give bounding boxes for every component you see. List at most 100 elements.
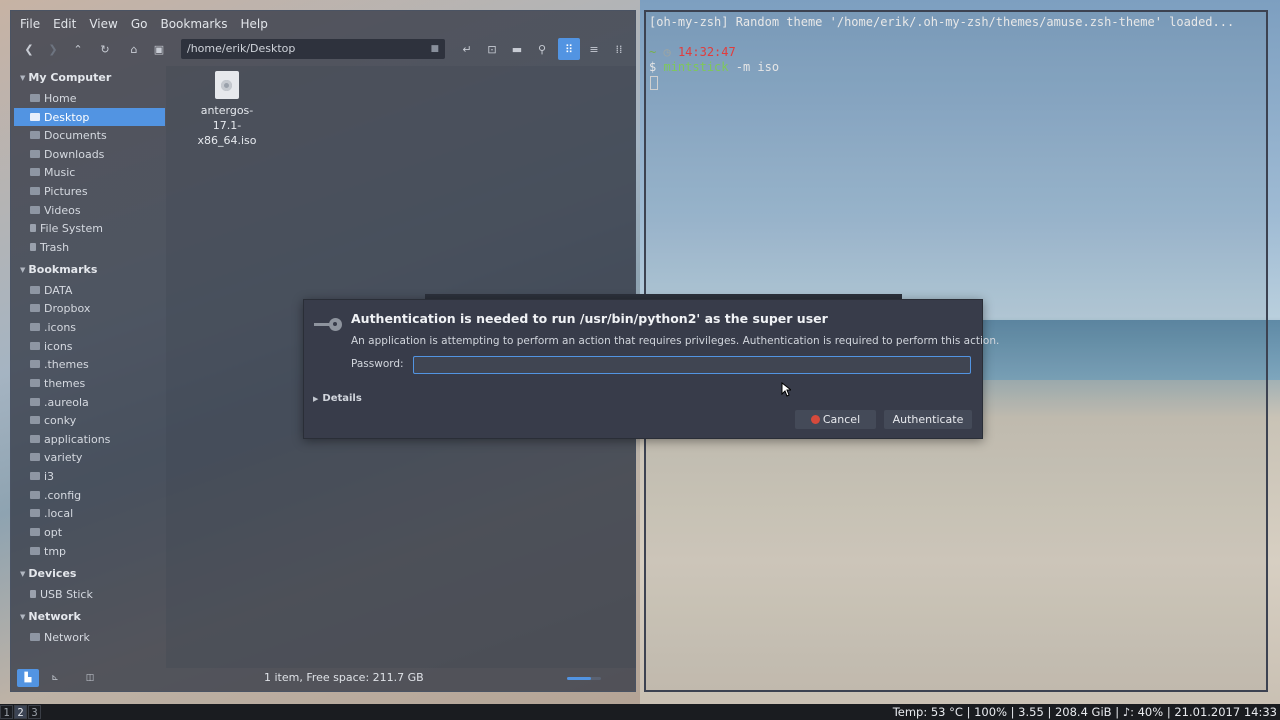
folder-icon (30, 547, 40, 555)
sidebar-item-dot-local[interactable]: .local (14, 504, 165, 522)
menu-bookmarks[interactable]: Bookmarks (160, 17, 227, 31)
computer-icon[interactable]: ▣ (150, 40, 168, 58)
sidebar-item-label: DATA (44, 283, 73, 297)
menu-view[interactable]: View (89, 17, 117, 31)
cancel-icon (810, 415, 820, 424)
sidebar-item-trash[interactable]: Trash (14, 238, 165, 256)
up-icon[interactable]: ⌃ (69, 40, 87, 58)
usb-drive-icon (30, 590, 36, 598)
sidebar-item-file-system[interactable]: File System (14, 219, 165, 237)
sidebar-item-dot-aureola[interactable]: .aureola (14, 393, 165, 411)
workspace-2[interactable]: 2 (14, 705, 27, 719)
hide-sidebar-icon[interactable]: ◫ (79, 669, 101, 687)
password-field[interactable] (413, 356, 971, 374)
sidebar-item-dropbox[interactable]: Dropbox (14, 299, 165, 317)
folder-icon (30, 168, 40, 176)
sidebar-item-home[interactable]: Home (14, 89, 165, 107)
zoom-slider-fill (567, 677, 591, 680)
home-icon[interactable]: ⌂ (125, 40, 143, 58)
sidebar-item-label: tmp (44, 544, 67, 558)
workspace-1[interactable]: 1 (0, 705, 13, 719)
trash-icon (30, 243, 36, 251)
sidebar-section-bookmarks[interactable]: ▼ Bookmarks (20, 263, 97, 276)
authenticate-button[interactable]: Authenticate (884, 410, 972, 429)
sidebar-item-label: Music (44, 165, 76, 179)
sidebar-item-icons[interactable]: icons (14, 337, 165, 355)
folder-icon (30, 113, 40, 121)
new-folder-icon[interactable]: ▬ (508, 40, 526, 58)
icon-view-icon[interactable]: ⠿ (558, 38, 580, 60)
collapse-icon: ▼ (20, 569, 26, 578)
details-label: Details (322, 393, 362, 404)
sidebar-item-label: Documents (44, 128, 107, 142)
folder-icon (30, 323, 40, 331)
sidebar-item-pictures[interactable]: Pictures (14, 182, 165, 200)
sidebar-item-opt[interactable]: opt (14, 523, 165, 541)
cancel-button[interactable]: Cancel (795, 410, 876, 429)
clock-icon: ◷ (663, 45, 671, 59)
sidebar-item-label: Home (44, 91, 77, 105)
search-icon[interactable]: ⚲ (533, 40, 551, 58)
status-bar-i3: 1 2 3 Temp: 53 °C | 100% | 3.55 | 208.4 … (0, 704, 1280, 720)
sidebar-item-network[interactable]: Network (14, 628, 165, 646)
open-terminal-icon[interactable]: ↵ (458, 40, 476, 58)
sidebar-item-themes[interactable]: themes (14, 374, 165, 392)
sidebar-item-label: Videos (44, 203, 81, 217)
forward-icon[interactable]: ❯ (44, 40, 62, 58)
sidebar-item-label: variety (44, 450, 83, 464)
sidebar-item-videos[interactable]: Videos (14, 201, 165, 219)
sidebar-item-music[interactable]: Music (14, 163, 165, 181)
back-icon[interactable]: ❮ (20, 40, 38, 58)
sidebar-item-data[interactable]: DATA (14, 281, 165, 299)
sidebar-item-dot-icons[interactable]: .icons (14, 318, 165, 336)
folder-icon (30, 528, 40, 536)
sidebar-item-label: conky (44, 413, 77, 427)
show-places-icon[interactable]: ▙ (17, 669, 39, 687)
folder-icon (30, 187, 40, 195)
sidebar-item-dot-themes[interactable]: .themes (14, 355, 165, 373)
menu-edit[interactable]: Edit (53, 17, 76, 31)
sidebar-item-usb-stick[interactable]: USB Stick (14, 585, 165, 603)
sidebar-item-variety[interactable]: variety (14, 448, 165, 466)
cancel-label: Cancel (822, 413, 861, 426)
sidebar-item-conky[interactable]: conky (14, 411, 165, 429)
menu-help[interactable]: Help (241, 17, 268, 31)
drive-icon (30, 224, 36, 232)
details-expander[interactable]: ▶ Details (313, 393, 362, 404)
menu-go[interactable]: Go (131, 17, 148, 31)
disc-image-icon (215, 71, 239, 99)
file-name-line2: x86_64.iso (197, 134, 257, 147)
reload-icon[interactable]: ↻ (96, 40, 114, 58)
terminal-icon[interactable]: ⊡ (483, 40, 501, 58)
password-label: Password: (351, 358, 404, 370)
sidebar-item-label: .local (44, 506, 74, 520)
sidebar-item-downloads[interactable]: Downloads (14, 145, 165, 163)
compact-view-icon[interactable]: ⁞⁞ (610, 40, 628, 58)
sidebar-item-applications[interactable]: applications (14, 430, 165, 448)
menu-file[interactable]: File (20, 17, 40, 31)
sidebar-item-label: .config (44, 488, 82, 502)
zoom-slider[interactable] (567, 677, 601, 680)
sidebar-item-desktop[interactable]: Desktop (14, 108, 165, 126)
folder-icon (30, 491, 40, 499)
sidebar-section-devices[interactable]: ▼ Devices (20, 567, 76, 580)
sidebar-item-i3[interactable]: i3 (14, 467, 165, 485)
prompt-dir: ~ (649, 45, 657, 59)
workspace-3[interactable]: 3 (28, 705, 41, 719)
show-tree-icon[interactable]: ⊾ (44, 669, 66, 687)
list-view-icon[interactable]: ≡ (585, 40, 603, 58)
sidebar-item-dot-config[interactable]: .config (14, 486, 165, 504)
terminal-theme-line: [oh-my-zsh] Random theme '/home/erik/.oh… (649, 15, 1235, 29)
sidebar-section-network[interactable]: ▼ Network (20, 610, 81, 623)
location-bar[interactable]: /home/erik/Desktop ■ (181, 39, 445, 59)
sidebar-item-documents[interactable]: Documents (14, 126, 165, 144)
expander-arrow-icon: ▶ (313, 394, 319, 403)
sidebar-section-my-computer[interactable]: ▼ My Computer (20, 71, 111, 84)
section-title: My Computer (28, 71, 112, 84)
command-name: mintstick (663, 60, 729, 74)
sidebar-item-tmp[interactable]: tmp (14, 542, 165, 560)
mouse-pointer-icon (781, 382, 791, 397)
file-item-iso[interactable]: antergos-17.1- x86_64.iso (189, 71, 265, 148)
terminal-cursor (650, 76, 658, 90)
terminal-command-line: $ mintstick -m iso (649, 60, 779, 74)
